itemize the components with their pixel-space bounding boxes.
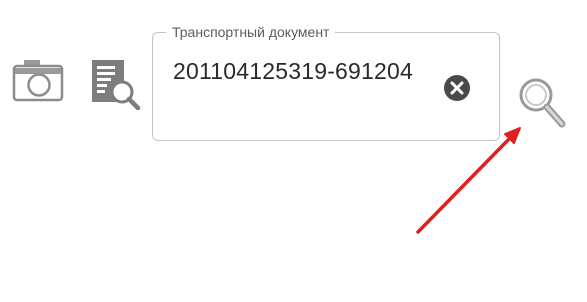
camera-button[interactable] <box>12 58 64 102</box>
clear-button[interactable] <box>443 74 471 102</box>
document-search-icon <box>92 60 141 111</box>
transport-document-label: Транспортный документ <box>166 23 336 41</box>
transport-document-input[interactable]: 201104125319-691204 <box>173 57 427 85</box>
search-button[interactable] <box>516 75 568 131</box>
camera-icon <box>12 60 64 102</box>
transport-document-field[interactable]: Транспортный документ 201104125319-69120… <box>152 23 500 141</box>
document-search-button[interactable] <box>88 58 144 111</box>
search-icon <box>519 78 566 128</box>
clear-icon <box>444 75 470 101</box>
